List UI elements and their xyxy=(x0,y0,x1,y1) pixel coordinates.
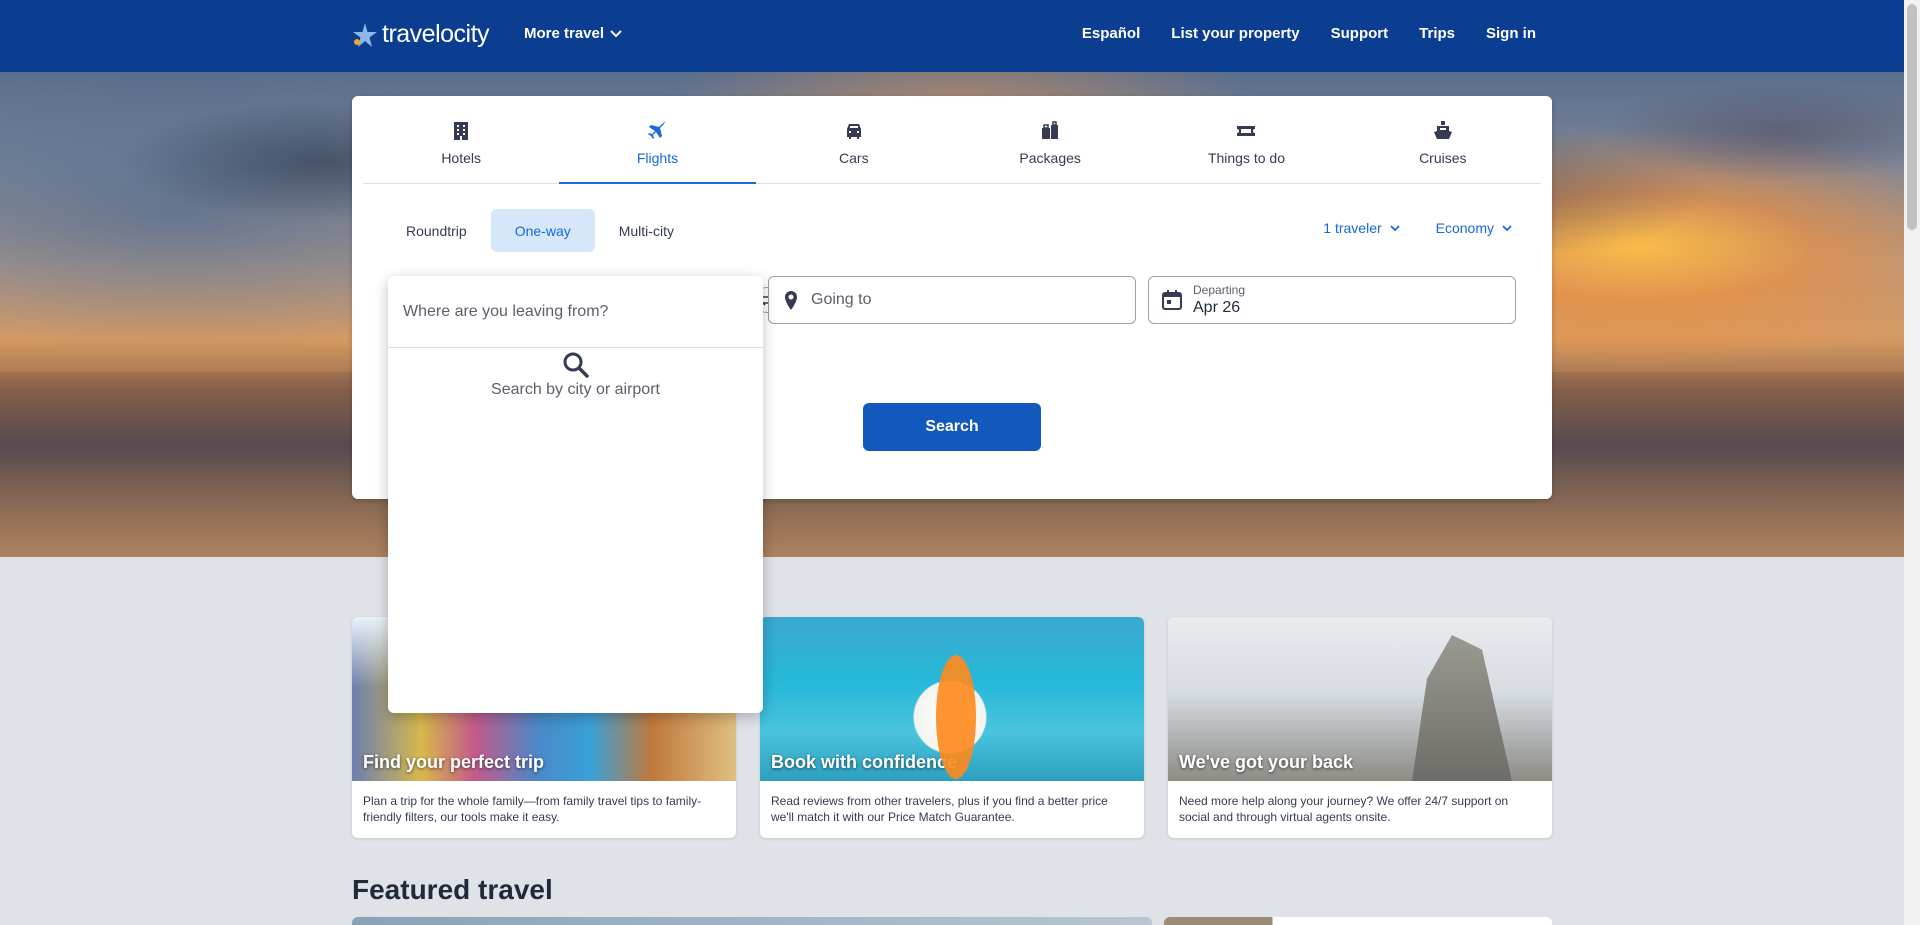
tab-packages[interactable]: Packages xyxy=(952,96,1148,183)
trip-type-roundtrip[interactable]: Roundtrip xyxy=(382,209,491,252)
more-travel-menu[interactable]: More travel xyxy=(524,25,622,42)
trip-options: 1 traveler Economy xyxy=(1323,220,1512,236)
tab-flights[interactable]: Flights xyxy=(559,96,756,184)
car-icon xyxy=(843,120,865,142)
lob-tabs: Hotels Flights Cars Packages Things to d… xyxy=(363,96,1541,184)
nav-espanol-link[interactable]: Español xyxy=(1082,25,1140,42)
calendar-icon xyxy=(1162,290,1182,310)
top-navigation-bar: travelocity More travel Español List you… xyxy=(0,0,1904,72)
featured-travel-heading: Featured travel xyxy=(352,874,553,905)
featured-card-image[interactable] xyxy=(1164,917,1552,925)
chevron-down-icon xyxy=(610,29,622,37)
promo-description: Need more help along your journey? We of… xyxy=(1179,794,1509,824)
promo-description: Plan a trip for the whole family—from fa… xyxy=(363,794,702,824)
tab-things-to-do[interactable]: Things to do xyxy=(1148,96,1344,183)
travelocity-logo[interactable]: travelocity xyxy=(352,20,490,49)
nav-support-link[interactable]: Support xyxy=(1331,25,1389,42)
cabin-class-dropdown[interactable]: Economy xyxy=(1436,220,1512,236)
promo-title: Find your perfect trip xyxy=(363,752,545,772)
promo-title: We've got your back xyxy=(1179,752,1353,772)
departing-label: Departing xyxy=(1193,283,1246,297)
logo-text: travelocity xyxy=(382,20,490,48)
logo-star-icon xyxy=(352,22,378,48)
travelers-dropdown[interactable]: 1 traveler xyxy=(1323,220,1400,236)
promo-image: We've got your back xyxy=(1168,617,1552,781)
tab-label: Packages xyxy=(1019,150,1081,166)
tab-label: Hotels xyxy=(441,150,481,166)
promo-card-got-your-back[interactable]: We've got your back Need more help along… xyxy=(1168,617,1552,838)
promo-image: Book with confidence xyxy=(760,617,1144,781)
more-travel-label: More travel xyxy=(524,25,605,42)
location-pin-icon xyxy=(785,291,797,310)
featured-card-image[interactable] xyxy=(352,917,1152,925)
tab-cars[interactable]: Cars xyxy=(756,96,952,183)
search-button[interactable]: Search xyxy=(863,403,1041,451)
tab-hotels[interactable]: Hotels xyxy=(363,96,559,183)
tab-label: Cruises xyxy=(1419,150,1467,166)
trip-type-selector: Roundtrip One-way Multi-city xyxy=(382,209,698,252)
chevron-down-icon xyxy=(1390,224,1400,231)
ship-icon xyxy=(1432,120,1454,142)
nav-sign-in-link[interactable]: Sign in xyxy=(1486,25,1536,42)
tab-label: Cars xyxy=(839,150,869,166)
page-scrollbar[interactable] xyxy=(1904,0,1920,925)
promo-card-book-confidence[interactable]: Book with confidence Read reviews from o… xyxy=(760,617,1144,838)
promo-title: Book with confidence xyxy=(771,752,958,772)
trip-type-one-way[interactable]: One-way xyxy=(490,209,595,252)
scrollbar-thumb[interactable] xyxy=(1907,4,1917,230)
tab-label: Flights xyxy=(636,150,679,166)
search-hint: Search by city or airport xyxy=(388,348,763,399)
going-to-placeholder: Going to xyxy=(811,291,872,308)
search-icon xyxy=(563,352,589,378)
leaving-from-input[interactable]: Where are you leaving from? xyxy=(388,276,763,348)
header-nav: Español List your property Support Trips… xyxy=(1082,25,1536,42)
promo-description: Read reviews from other travelers, plus … xyxy=(771,794,1108,824)
going-to-field[interactable]: Going to xyxy=(768,276,1136,324)
cabin-class-label: Economy xyxy=(1435,220,1494,236)
nav-trips-link[interactable]: Trips xyxy=(1419,25,1455,42)
suitcase-icon xyxy=(1039,120,1061,142)
trip-type-multi-city[interactable]: Multi-city xyxy=(595,209,698,252)
departing-value: Apr 26 xyxy=(1193,299,1241,316)
nav-list-property-link[interactable]: List your property xyxy=(1171,25,1299,42)
leaving-from-dropdown: Where are you leaving from? Search by ci… xyxy=(388,276,763,713)
travelers-label: 1 traveler xyxy=(1323,220,1382,236)
tab-cruises[interactable]: Cruises xyxy=(1345,96,1541,183)
search-hint-text: Search by city or airport xyxy=(491,381,660,398)
tab-label: Things to do xyxy=(1207,150,1285,166)
departing-date-field[interactable]: Departing Apr 26 xyxy=(1148,276,1516,324)
chevron-down-icon xyxy=(1502,224,1512,231)
airplane-icon xyxy=(646,120,668,142)
ticket-icon xyxy=(1235,120,1257,142)
building-icon xyxy=(450,120,472,142)
